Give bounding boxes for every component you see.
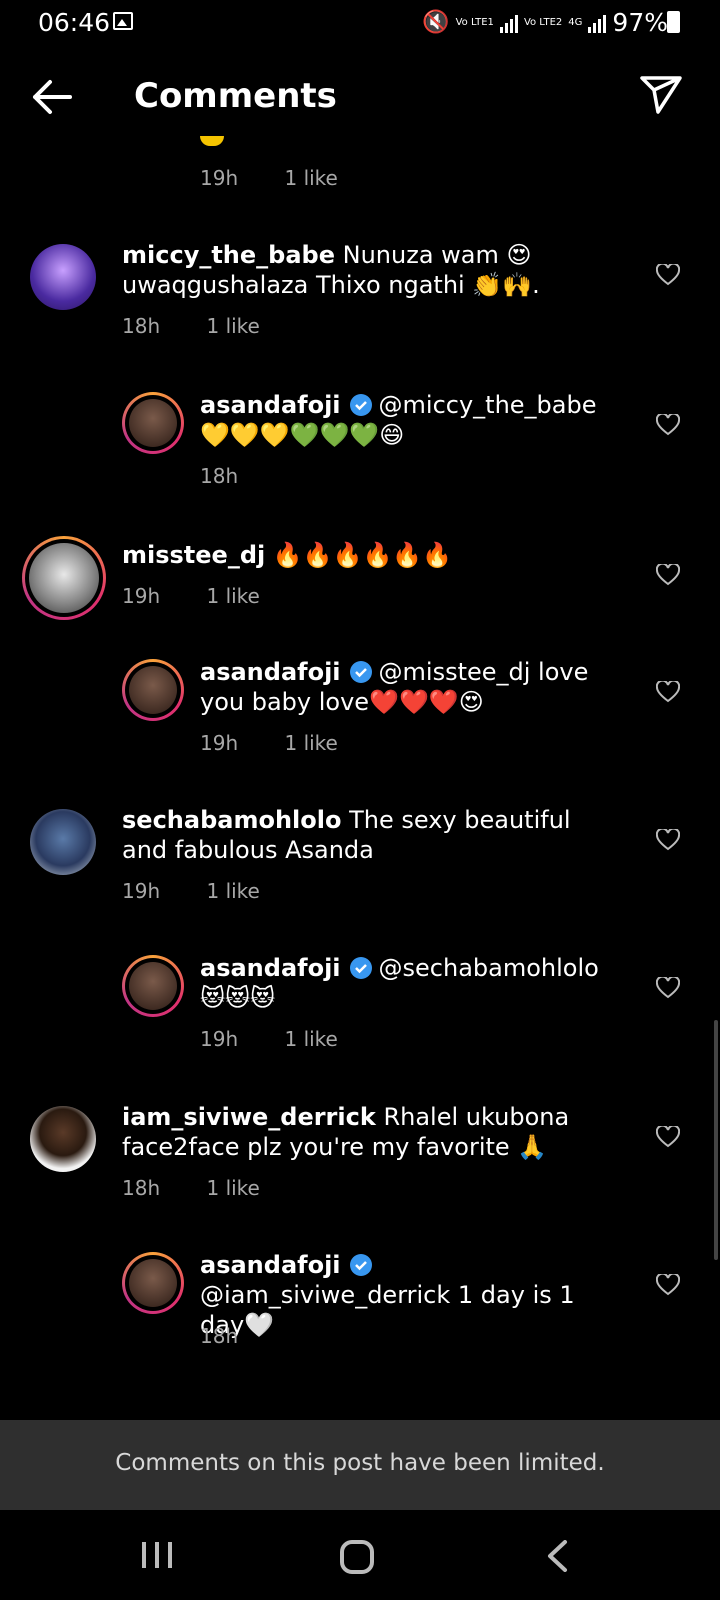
comment-likes[interactable]: 1 like	[284, 166, 337, 190]
comment-time: 18h	[200, 1324, 239, 1348]
heart-icon[interactable]	[656, 564, 680, 586]
comment-time: 18h	[122, 1176, 161, 1200]
comment-row: iam_siviwe_derrick Rhalel ukubona face2f…	[0, 1102, 720, 1212]
status-indicators: 🔇 Vo LTE1 Vo LTE2 4G 97%	[422, 8, 668, 37]
heart-icon[interactable]	[656, 977, 680, 999]
comment-username[interactable]: miccy_the_babe	[122, 241, 335, 269]
heart-icon[interactable]	[656, 264, 680, 286]
signal2-label: Vo LTE2	[523, 17, 563, 28]
battery-icon	[667, 11, 680, 33]
avatar[interactable]	[122, 659, 184, 721]
net-label: 4G	[568, 17, 583, 28]
comment-username[interactable]: asandafoji	[200, 391, 341, 419]
comment-time: 18h	[200, 464, 239, 488]
heart-icon[interactable]	[656, 681, 680, 703]
back-arrow-icon[interactable]	[30, 78, 74, 116]
reply-row: asandafoji @misstee_dj love you baby love…	[0, 657, 720, 767]
signal2-bars-icon	[588, 13, 607, 33]
comment-meta: 19h 1 like	[122, 584, 300, 608]
battery-percent: 97%	[612, 8, 668, 37]
comment-row: misstee_dj 🔥🔥🔥🔥🔥🔥 19h 1 like	[0, 536, 720, 630]
comment-likes[interactable]: 1 like	[206, 1176, 259, 1200]
reply-row: asandafoji@iam_siviwe_derrick 1 day is 1…	[0, 1250, 720, 1360]
avatar[interactable]	[30, 1106, 96, 1172]
status-time: 06:46	[38, 8, 111, 37]
avatar[interactable]	[122, 392, 184, 454]
comment-meta: 18h	[200, 1324, 278, 1348]
avatar[interactable]	[30, 809, 96, 875]
comment-text: misstee_dj 🔥🔥🔥🔥🔥🔥	[122, 540, 622, 570]
comment-text: iam_siviwe_derrick Rhalel ukubona face2f…	[122, 1102, 622, 1162]
comment-username[interactable]: asandafoji	[200, 658, 341, 686]
avatar[interactable]	[22, 536, 106, 620]
heart-icon[interactable]	[656, 1274, 680, 1296]
comment-row: miccy_the_babe Nunuza wam 😍 uwaqgushalaz…	[0, 240, 720, 350]
verified-badge-icon	[349, 957, 372, 979]
recents-icon[interactable]	[140, 1540, 174, 1570]
comment-meta: 19h 1 like	[200, 731, 378, 755]
avatar[interactable]	[122, 1252, 184, 1314]
comment-meta: 19h 1 like	[122, 879, 300, 903]
comment-time: 19h	[200, 731, 239, 755]
home-icon[interactable]	[340, 1540, 374, 1574]
comment-text: miccy_the_babe Nunuza wam 😍 uwaqgushalaz…	[122, 240, 622, 300]
comment-time: 19h	[122, 584, 161, 608]
status-bar: 06:46 🔇 Vo LTE1 Vo LTE2 4G 97%	[0, 0, 720, 44]
system-nav-bar	[0, 1510, 720, 1600]
avatar[interactable]	[122, 955, 184, 1017]
banner-text: Comments on this post have been limited.	[115, 1450, 605, 1476]
comment-likes[interactable]: 1 like	[206, 314, 259, 338]
comment-likes[interactable]: 1 like	[206, 879, 259, 903]
header: Comments	[0, 56, 720, 136]
comments-limited-banner: Comments on this post have been limited.	[0, 1420, 720, 1510]
reply-row: asandafoji @miccy_the_babe 💛💛💛💚💚💚😄 18h	[0, 390, 720, 500]
verified-badge-icon	[349, 661, 372, 683]
comment-time: 19h	[122, 879, 161, 903]
signal1-bars-icon	[499, 13, 518, 33]
heart-icon[interactable]	[656, 1126, 680, 1148]
comment-meta: 19h 1 like	[200, 1027, 378, 1051]
comment-text: asandafoji @miccy_the_babe 💛💛💛💚💚💚😄	[200, 390, 620, 450]
comment-text: sechabamohlolo The sexy beautiful and fa…	[122, 805, 622, 865]
comment-row: sechabamohlolo The sexy beautiful and fa…	[0, 805, 720, 915]
comment-likes[interactable]: 1 like	[284, 731, 337, 755]
comment-username[interactable]: iam_siviwe_derrick	[122, 1103, 376, 1131]
signal1-label: Vo LTE1	[455, 17, 494, 28]
comment-meta: 18h 1 like	[122, 1176, 300, 1200]
heart-icon[interactable]	[656, 829, 680, 851]
scrollbar[interactable]	[714, 1020, 718, 1260]
comment-time: 18h	[122, 314, 161, 338]
comment-time: 19h	[200, 166, 239, 190]
comment-text: asandafoji @sechabamohlolo 😻😻😻	[200, 953, 620, 1013]
comment-meta: 18h 1 like	[122, 314, 300, 338]
comment-username[interactable]: sechabamohlolo	[122, 806, 341, 834]
partial-comment: 19h 1 like	[0, 136, 720, 200]
reply-row: asandafoji @sechabamohlolo 😻😻😻 19h 1 like	[0, 953, 720, 1063]
comment-text: asandafoji @misstee_dj love you baby love…	[200, 657, 620, 717]
verified-badge-icon	[349, 1254, 372, 1276]
comment-likes[interactable]: 1 like	[206, 584, 259, 608]
comment-time: 19h	[200, 1027, 239, 1051]
mute-icon: 🔇	[422, 10, 450, 35]
send-icon[interactable]	[638, 74, 684, 116]
avatar[interactable]	[30, 244, 96, 310]
partial-emoji	[200, 136, 224, 146]
page-title: Comments	[134, 76, 337, 116]
heart-icon[interactable]	[656, 414, 680, 436]
comment-meta: 18h	[200, 464, 278, 488]
nav-back-icon[interactable]	[545, 1540, 569, 1572]
comment-username[interactable]: misstee_dj	[122, 541, 265, 569]
comment-username[interactable]: asandafoji	[200, 1251, 341, 1279]
comment-meta: 19h 1 like	[200, 166, 378, 190]
comment-body: 🔥🔥🔥🔥🔥🔥	[272, 541, 453, 569]
comment-likes[interactable]: 1 like	[284, 1027, 337, 1051]
comment-username[interactable]: asandafoji	[200, 954, 341, 982]
verified-badge-icon	[349, 394, 372, 416]
gallery-icon	[113, 12, 133, 30]
